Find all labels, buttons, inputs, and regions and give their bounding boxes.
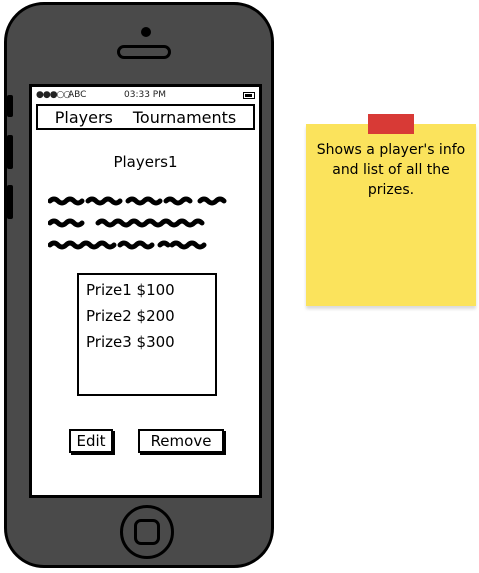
home-square-icon: [134, 519, 160, 545]
remove-button[interactable]: Remove: [138, 429, 224, 453]
signal-icon: ●●●○○: [36, 90, 71, 100]
tab-players[interactable]: Players: [55, 108, 113, 127]
speaker-grill: [117, 45, 171, 59]
volume-down-button: [7, 185, 13, 219]
mute-switch: [7, 95, 13, 117]
carrier-label: ABC: [68, 90, 87, 100]
tape-strip: [368, 114, 414, 134]
camera-icon: [141, 27, 151, 37]
home-button: [120, 505, 174, 559]
prize-list-item[interactable]: Prize1 $100: [86, 277, 208, 303]
edit-button[interactable]: Edit: [69, 429, 113, 453]
tab-bar: Players Tournaments: [36, 104, 255, 130]
volume-up-button: [7, 135, 13, 169]
status-bar: ●●●○○ ABC 03:33 PM: [36, 90, 255, 103]
mockup-canvas: ●●●○○ ABC 03:33 PM Players Tournaments P…: [0, 0, 479, 573]
prize-list[interactable]: Prize1 $100 Prize2 $200 Prize3 $300: [77, 273, 217, 396]
phone-screen: ●●●○○ ABC 03:33 PM Players Tournaments P…: [29, 84, 262, 498]
battery-icon: [243, 92, 255, 99]
phone-frame: ●●●○○ ABC 03:33 PM Players Tournaments P…: [4, 2, 274, 568]
prize-list-item[interactable]: Prize3 $300: [86, 329, 208, 355]
sticky-note-text: Shows a player's info and list of all th…: [316, 142, 466, 198]
prize-list-item[interactable]: Prize2 $200: [86, 303, 208, 329]
sticky-note: Shows a player's info and list of all th…: [306, 124, 476, 306]
status-time: 03:33 PM: [124, 90, 166, 100]
player-info-placeholder-text: [48, 196, 227, 250]
player-name-title: Players1: [113, 153, 178, 171]
tab-tournaments[interactable]: Tournaments: [133, 108, 236, 127]
